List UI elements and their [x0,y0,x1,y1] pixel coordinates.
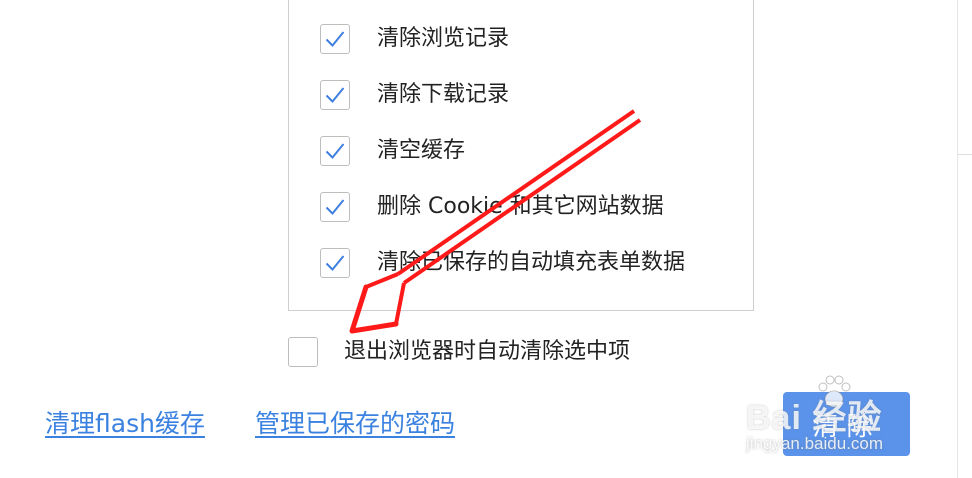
checkbox-clear-cache[interactable] [320,136,350,166]
option-clear-history[interactable]: 清除浏览记录 [320,23,509,55]
checkmark-icon [325,143,345,159]
option-label: 清除浏览记录 [377,26,510,51]
clear-button[interactable]: 清除 [783,392,910,456]
option-label: 清空缓存 [377,138,466,163]
checkbox-clear-history[interactable] [320,24,350,54]
option-label: 删除 Cookie 和其它网站数据 [377,194,664,219]
option-clear-cache[interactable]: 清空缓存 [320,135,465,167]
checkbox-clear-downloads[interactable] [320,80,350,110]
option-label: 清除已保存的自动填充表单数据 [377,250,686,275]
option-clear-autofill[interactable]: 清除已保存的自动填充表单数据 [320,247,685,279]
checkmark-icon [325,31,345,47]
checkbox-delete-cookies[interactable] [320,192,350,222]
checkmark-icon [325,255,345,271]
checkmark-icon [325,199,345,215]
option-delete-cookies[interactable]: 删除 Cookie 和其它网站数据 [320,191,664,223]
checkbox-clear-autofill[interactable] [320,248,350,278]
option-clear-downloads[interactable]: 清除下载记录 [320,79,509,111]
option-label: 清除下载记录 [377,82,510,107]
clear-flash-cache-link[interactable]: 清理flash缓存 [45,407,205,441]
option-label: 退出浏览器时自动清除选中项 [344,339,631,364]
option-clear-on-exit[interactable]: 退出浏览器时自动清除选中项 [288,336,630,368]
checkmark-icon [325,87,345,103]
panel-divider-tick [958,154,972,155]
panel-divider [957,0,958,478]
checkbox-clear-on-exit[interactable] [288,337,318,367]
clear-options-panel: 清除浏览记录 清除下载记录 清空缓存 删除 Cookie 和其它网站数据 清除已… [288,0,754,311]
manage-saved-passwords-link[interactable]: 管理已保存的密码 [255,407,455,441]
